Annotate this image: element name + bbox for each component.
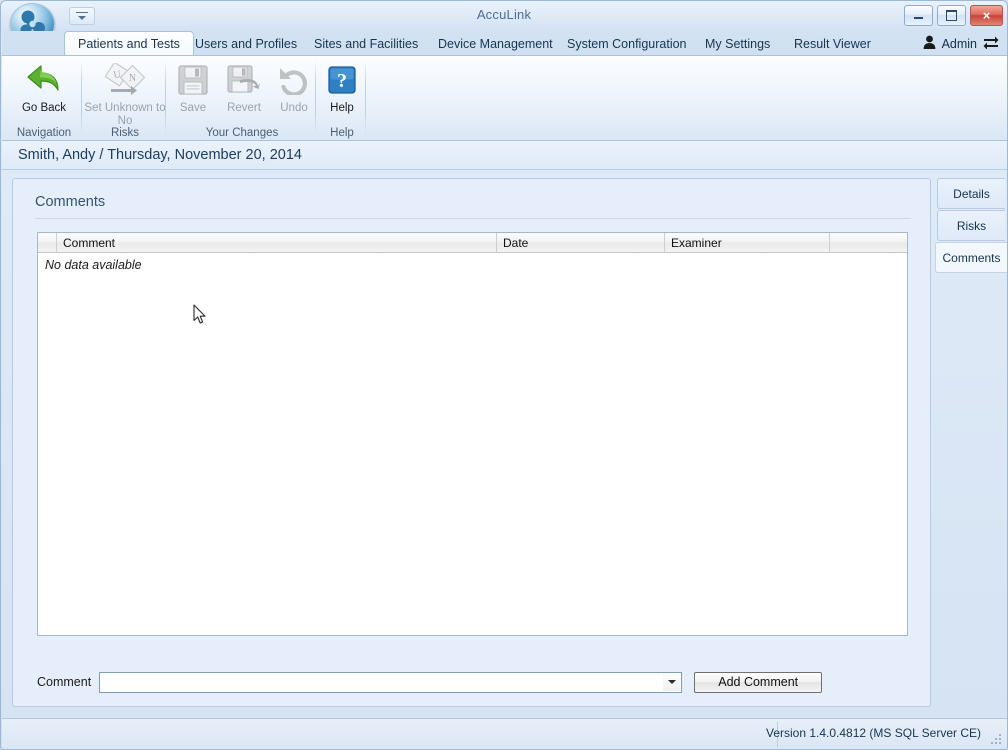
patient-context-bar: Smith, Andy / Thursday, November 20, 201…	[2, 141, 1007, 170]
minimize-icon	[905, 6, 932, 25]
ribbon-group-label-risks: Risks	[110, 127, 140, 139]
account-area[interactable]: Admin	[923, 35, 999, 52]
save-button[interactable]: Save	[168, 60, 218, 115]
ribbon-group-navigation: Go Back Navigation	[6, 56, 82, 141]
account-username: Admin	[941, 36, 977, 51]
grid-header-filler	[830, 233, 907, 252]
tab-patients-and-tests[interactable]: Patients and Tests	[64, 31, 194, 56]
help-label: Help	[330, 102, 354, 114]
grid-header-rowselector[interactable]	[38, 233, 57, 252]
group-separator	[81, 60, 82, 136]
tab-my-settings[interactable]: My Settings	[692, 32, 783, 55]
revert-icon	[227, 60, 261, 100]
revert-label: Revert	[227, 102, 261, 114]
comment-input-label: Comment	[37, 675, 92, 689]
patient-name-and-date: Smith, Andy / Thursday, November 20, 201…	[18, 147, 302, 163]
ribbon-group-label-your-changes: Your Changes	[205, 127, 279, 139]
grid-header-examiner[interactable]: Examiner	[665, 233, 830, 252]
ribbon-group-label-navigation: Navigation	[16, 127, 72, 139]
ribbon-group-your-changes: Save Revert Undo Your Changes	[168, 56, 316, 141]
tab-sites-and-facilities[interactable]: Sites and Facilities	[301, 32, 431, 55]
switch-user-icon[interactable]	[983, 35, 999, 52]
group-separator	[315, 60, 316, 136]
grid-body[interactable]: No data available	[38, 254, 907, 635]
close-icon: ×	[982, 8, 991, 23]
sidebar-item-details[interactable]: Details	[937, 178, 1005, 209]
svg-text:?: ?	[337, 70, 347, 92]
group-separator	[165, 60, 166, 136]
set-unknown-to-no-label: Set Unknown to No	[84, 102, 166, 127]
customize-quick-access-toolbar-icon[interactable]	[69, 7, 95, 25]
title-bar: AccuLink ×	[1, 1, 1007, 45]
comment-entry-row: Comment Add Comment	[37, 671, 908, 693]
ribbon-toolbar: Go Back Navigation U N Set Unknown to No…	[2, 55, 1007, 141]
save-floppy-icon	[177, 60, 209, 100]
svg-text:N: N	[129, 73, 136, 84]
help-button[interactable]: ? Help	[318, 60, 366, 115]
tab-system-configuration[interactable]: System Configuration	[554, 32, 700, 55]
revert-button[interactable]: Revert	[216, 60, 272, 115]
tab-result-viewer[interactable]: Result Viewer	[781, 32, 884, 55]
add-comment-button[interactable]: Add Comment	[694, 671, 823, 693]
save-label: Save	[179, 102, 207, 114]
grid-empty-message: No data available	[45, 258, 142, 272]
go-back-button[interactable]: Go Back	[6, 60, 82, 115]
user-avatar-icon	[923, 35, 936, 52]
sidebar-item-risks[interactable]: Risks	[937, 210, 1005, 241]
ribbon-group-risks: U N Set Unknown to No Risks	[84, 56, 166, 141]
grid-header-comment[interactable]: Comment	[57, 233, 497, 252]
undo-label: Undo	[280, 102, 308, 114]
comment-combobox[interactable]	[99, 671, 683, 693]
comments-grid: Comment Date Examiner No data available	[37, 232, 908, 636]
tab-users-and-profiles[interactable]: Users and Profiles	[182, 32, 310, 55]
sidebar-item-comments[interactable]: Comments	[935, 242, 1007, 273]
content-area: Comments Comment Date Examiner No data a…	[2, 170, 1007, 718]
ribbon-group-label-help: Help	[330, 127, 354, 139]
close-button[interactable]: ×	[970, 5, 1003, 26]
resize-grip-icon[interactable]	[989, 732, 1003, 746]
section-sidebar: Details Risks Comments	[935, 178, 1007, 707]
chevron-down-icon[interactable]	[663, 673, 681, 691]
undo-arrow-icon	[278, 60, 310, 100]
undo-button[interactable]: Undo	[270, 60, 318, 115]
page-title: Comments	[35, 194, 106, 210]
set-unknown-to-no-button[interactable]: U N Set Unknown to No	[84, 60, 166, 128]
set-unknown-to-no-icon: U N	[105, 60, 145, 100]
title-divider	[35, 218, 911, 219]
grid-header-row: Comment Date Examiner	[38, 233, 907, 253]
status-version-text: Version 1.4.0.4812 (MS SQL Server CE)	[766, 726, 981, 740]
help-question-icon: ?	[328, 60, 356, 100]
ribbon-tab-strip: Patients and Tests Users and Profiles Si…	[2, 31, 1007, 56]
go-back-label: Go Back	[21, 102, 67, 114]
tab-device-management[interactable]: Device Management	[425, 32, 566, 55]
application-window: AccuLink × Patients and Tests Users and …	[0, 0, 1008, 750]
status-bar: Version 1.4.0.4812 (MS SQL Server CE)	[2, 718, 1007, 749]
comments-panel: Comments Comment Date Examiner No data a…	[12, 178, 931, 707]
ribbon-group-help: ? Help Help	[318, 56, 366, 141]
group-separator	[365, 60, 366, 136]
window-title: AccuLink	[476, 7, 532, 22]
minimize-button[interactable]	[904, 5, 933, 26]
go-back-arrow-icon	[25, 60, 63, 100]
maximize-icon	[938, 6, 965, 25]
maximize-button[interactable]	[937, 5, 966, 26]
grid-header-date[interactable]: Date	[497, 233, 665, 252]
